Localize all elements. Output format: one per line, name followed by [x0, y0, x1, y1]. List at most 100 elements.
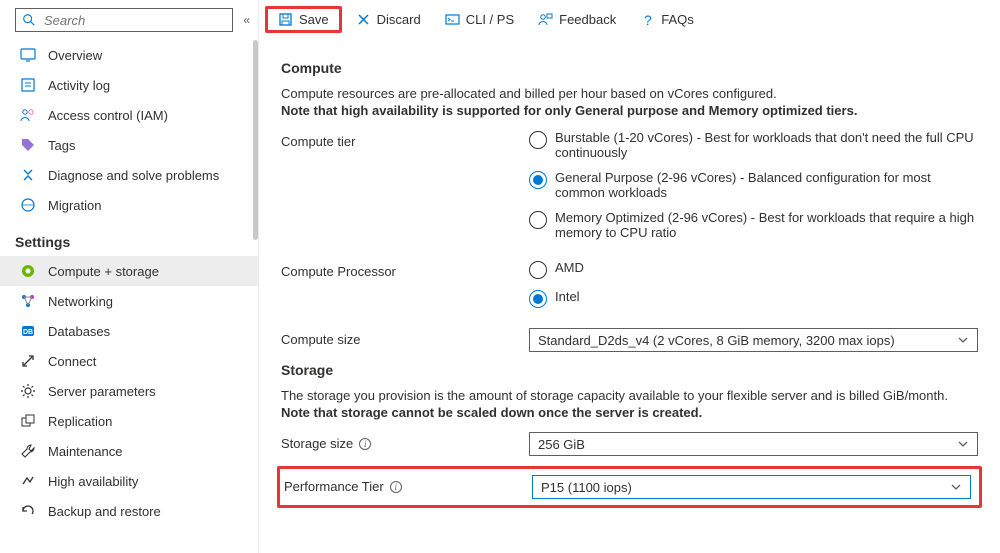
chevron-down-icon [950, 481, 962, 493]
sidebar-item-networking[interactable]: Networking [0, 286, 258, 316]
settings-section-header: Settings [0, 220, 258, 256]
high-availability-icon [20, 473, 36, 489]
compute-processor-intel[interactable]: Intel [529, 289, 978, 308]
compute-tier-label: Compute tier [281, 130, 529, 149]
radio-label: Intel [555, 289, 580, 304]
radio-icon [529, 261, 547, 279]
diagnose-icon [20, 167, 36, 183]
sidebar-scrollbar[interactable] [253, 40, 258, 240]
discard-label: Discard [377, 12, 421, 27]
radio-icon [529, 171, 547, 189]
nav-label: Connect [48, 354, 96, 369]
sidebar-item-activity-log[interactable]: Activity log [0, 70, 258, 100]
feedback-icon [538, 12, 553, 27]
activity-log-icon [20, 77, 36, 93]
sidebar-item-diagnose[interactable]: Diagnose and solve problems [0, 160, 258, 190]
nav-label: Maintenance [48, 444, 122, 459]
sidebar-item-replication[interactable]: Replication [0, 406, 258, 436]
select-value: Standard_D2ds_v4 (2 vCores, 8 GiB memory… [538, 333, 895, 348]
discard-icon [356, 12, 371, 27]
nav-label: Compute + storage [48, 264, 159, 279]
toolbar: Save Discard CLI / PS Feedback ? FAQs [259, 0, 1000, 40]
sidebar-item-migration[interactable]: Migration [0, 190, 258, 220]
sidebar-item-backup-restore[interactable]: Backup and restore [0, 496, 258, 526]
sidebar-item-tags[interactable]: Tags [0, 130, 258, 160]
nav-label: Tags [48, 138, 75, 153]
radio-label: Memory Optimized (2-96 vCores) - Best fo… [555, 210, 978, 240]
nav-label: Databases [48, 324, 110, 339]
compute-storage-icon [20, 263, 36, 279]
search-box[interactable] [15, 8, 233, 32]
nav-label: Activity log [48, 78, 110, 93]
sidebar-item-maintenance[interactable]: Maintenance [0, 436, 258, 466]
save-icon [278, 12, 293, 27]
sidebar-item-connect[interactable]: Connect [0, 346, 258, 376]
overview-icon [20, 47, 36, 63]
compute-size-label: Compute size [281, 328, 529, 347]
radio-icon [529, 211, 547, 229]
compute-tier-burstable[interactable]: Burstable (1-20 vCores) - Best for workl… [529, 130, 978, 160]
discard-button[interactable]: Discard [346, 8, 431, 31]
chevron-down-icon [957, 438, 969, 450]
cli-button[interactable]: CLI / PS [435, 8, 524, 31]
tags-icon [20, 137, 36, 153]
nav-label: Overview [48, 48, 102, 63]
radio-icon [529, 131, 547, 149]
collapse-sidebar-icon[interactable]: « [243, 13, 250, 27]
storage-size-dropdown[interactable]: 256 GiB [529, 432, 978, 456]
chevron-down-icon [957, 334, 969, 346]
info-icon[interactable]: i [359, 438, 371, 450]
nav-label: Networking [48, 294, 113, 309]
networking-icon [20, 293, 36, 309]
sidebar-item-server-parameters[interactable]: Server parameters [0, 376, 258, 406]
compute-size-dropdown[interactable]: Standard_D2ds_v4 (2 vCores, 8 GiB memory… [529, 328, 978, 352]
svg-text:DB: DB [23, 329, 33, 336]
access-control-icon [20, 107, 36, 123]
feedback-button[interactable]: Feedback [528, 8, 626, 31]
save-button[interactable]: Save [265, 6, 342, 33]
faqs-button[interactable]: ? FAQs [630, 8, 704, 31]
sidebar: « Overview Activity log Access control (… [0, 0, 259, 553]
save-label: Save [299, 12, 329, 27]
faqs-icon: ? [640, 12, 655, 27]
sidebar-item-high-availability[interactable]: High availability [0, 466, 258, 496]
radio-label: General Purpose (2-96 vCores) - Balanced… [555, 170, 978, 200]
sidebar-item-access-control[interactable]: Access control (IAM) [0, 100, 258, 130]
connect-icon [20, 353, 36, 369]
nav-label: Migration [48, 198, 101, 213]
sidebar-item-overview[interactable]: Overview [0, 40, 258, 70]
compute-tier-memory-optimized[interactable]: Memory Optimized (2-96 vCores) - Best fo… [529, 210, 978, 240]
info-icon[interactable]: i [390, 481, 402, 493]
search-icon [22, 13, 36, 27]
radio-label: Burstable (1-20 vCores) - Best for workl… [555, 130, 978, 160]
performance-tier-dropdown[interactable]: P15 (1100 iops) [532, 475, 971, 499]
migration-icon [20, 197, 36, 213]
svg-text:?: ? [644, 12, 652, 27]
performance-tier-label: Performance Tier i [284, 475, 532, 494]
storage-size-label: Storage size i [281, 432, 529, 451]
compute-heading: Compute [281, 60, 978, 76]
sidebar-item-databases[interactable]: DB Databases [0, 316, 258, 346]
radio-icon [529, 290, 547, 308]
select-value: 256 GiB [538, 437, 585, 452]
compute-processor-amd[interactable]: AMD [529, 260, 978, 279]
feedback-label: Feedback [559, 12, 616, 27]
sidebar-item-compute-storage[interactable]: Compute + storage [0, 256, 258, 286]
nav-label: Backup and restore [48, 504, 161, 519]
server-parameters-icon [20, 383, 36, 399]
select-value: P15 (1100 iops) [541, 480, 632, 495]
nav-label: Diagnose and solve problems [48, 168, 219, 183]
faqs-label: FAQs [661, 12, 694, 27]
storage-note: Note that storage cannot be scaled down … [281, 405, 978, 420]
nav-label: High availability [48, 474, 138, 489]
backup-restore-icon [20, 503, 36, 519]
radio-label: AMD [555, 260, 584, 275]
nav-label: Server parameters [48, 384, 156, 399]
compute-note: Note that high availability is supported… [281, 103, 978, 118]
search-input[interactable] [42, 12, 226, 29]
compute-processor-label: Compute Processor [281, 260, 529, 279]
maintenance-icon [20, 443, 36, 459]
compute-tier-general-purpose[interactable]: General Purpose (2-96 vCores) - Balanced… [529, 170, 978, 200]
performance-tier-highlight: Performance Tier i P15 (1100 iops) [277, 466, 982, 508]
main-panel: Save Discard CLI / PS Feedback ? FAQs Co… [259, 0, 1000, 553]
